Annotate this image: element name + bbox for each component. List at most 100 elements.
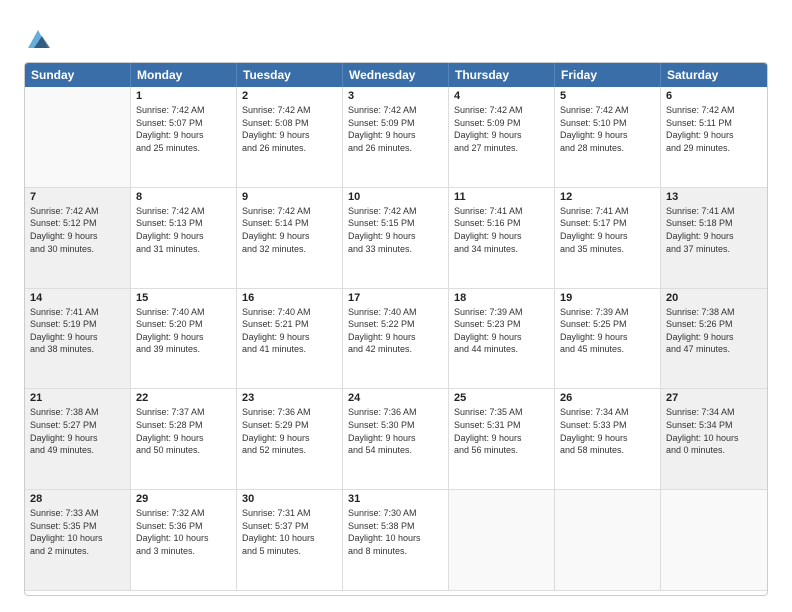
day-number: 4 [454,90,549,102]
day-info: Sunrise: 7:32 AM Sunset: 5:36 PM Dayligh… [136,507,231,557]
day-number: 18 [454,292,549,304]
day-number: 25 [454,392,549,404]
calendar-cell: 9 Sunrise: 7:42 AM Sunset: 5:14 PM Daylig… [237,188,343,289]
day-number: 28 [30,493,125,505]
day-info: Sunrise: 7:42 AM Sunset: 5:14 PM Dayligh… [242,205,337,255]
calendar-cell: 25 Sunrise: 7:35 AM Sunset: 5:31 PM Dayli… [449,389,555,490]
day-info: Sunrise: 7:34 AM Sunset: 5:33 PM Dayligh… [560,406,655,456]
calendar-cell: 15 Sunrise: 7:40 AM Sunset: 5:20 PM Dayli… [131,289,237,390]
calendar-header-cell: Sunday [25,63,131,87]
day-number: 14 [30,292,125,304]
calendar-cell: 31 Sunrise: 7:30 AM Sunset: 5:38 PM Dayli… [343,490,449,591]
calendar-cell: 12Sunrise: 7:41 AM Sunset: 5:17 PM Dayli… [555,188,661,289]
day-number: 11 [454,191,549,203]
page: SundayMondayTuesdayWednesdayThursdayFrid… [0,0,792,612]
day-number: 22 [136,392,231,404]
day-number: 10 [348,191,443,203]
calendar-cell: 27 Sunrise: 7:34 AM Sunset: 5:34 PM Dayli… [661,389,767,490]
day-number: 24 [348,392,443,404]
day-info: Sunrise: 7:40 AM Sunset: 5:21 PM Dayligh… [242,306,337,356]
calendar-cell: 13 Sunrise: 7:41 AM Sunset: 5:18 PM Dayli… [661,188,767,289]
calendar-cell: 10 Sunrise: 7:42 AM Sunset: 5:15 PM Dayli… [343,188,449,289]
day-info: Sunrise: 7:42 AM Sunset: 5:09 PM Dayligh… [454,104,549,154]
calendar-cell: 16 Sunrise: 7:40 AM Sunset: 5:21 PM Dayli… [237,289,343,390]
day-number: 29 [136,493,231,505]
calendar-cell: 22 Sunrise: 7:37 AM Sunset: 5:28 PM Dayli… [131,389,237,490]
day-info: Sunrise: 7:42 AM Sunset: 5:09 PM Dayligh… [348,104,443,154]
calendar-cell: 18 Sunrise: 7:39 AM Sunset: 5:23 PM Dayli… [449,289,555,390]
calendar: SundayMondayTuesdayWednesdayThursdayFrid… [24,62,768,596]
day-info: Sunrise: 7:38 AM Sunset: 5:27 PM Dayligh… [30,406,125,456]
day-number: 12 [560,191,655,203]
calendar-cell: 23 Sunrise: 7:36 AM Sunset: 5:29 PM Dayli… [237,389,343,490]
day-info: Sunrise: 7:41 AM Sunset: 5:18 PM Dayligh… [666,205,762,255]
day-number: 30 [242,493,337,505]
day-number: 27 [666,392,762,404]
day-number: 5 [560,90,655,102]
day-info: Sunrise: 7:42 AM Sunset: 5:08 PM Dayligh… [242,104,337,154]
calendar-cell: 29 Sunrise: 7:32 AM Sunset: 5:36 PM Dayli… [131,490,237,591]
calendar-cell: 26 Sunrise: 7:34 AM Sunset: 5:33 PM Dayli… [555,389,661,490]
calendar-cell: 7Sunrise: 7:42 AM Sunset: 5:12 PM Daylig… [25,188,131,289]
day-number: 15 [136,292,231,304]
header-row [24,20,768,52]
day-info: Sunrise: 7:37 AM Sunset: 5:28 PM Dayligh… [136,406,231,456]
day-number: 9 [242,191,337,203]
day-number: 31 [348,493,443,505]
day-info: Sunrise: 7:42 AM Sunset: 5:07 PM Dayligh… [136,104,231,154]
calendar-cell: 5 Sunrise: 7:42 AM Sunset: 5:10 PM Daylig… [555,87,661,188]
day-number: 16 [242,292,337,304]
calendar-cell: 24 Sunrise: 7:36 AM Sunset: 5:30 PM Dayli… [343,389,449,490]
day-info: Sunrise: 7:39 AM Sunset: 5:25 PM Dayligh… [560,306,655,356]
day-info: Sunrise: 7:42 AM Sunset: 5:13 PM Dayligh… [136,205,231,255]
day-info: Sunrise: 7:40 AM Sunset: 5:20 PM Dayligh… [136,306,231,356]
day-info: Sunrise: 7:30 AM Sunset: 5:38 PM Dayligh… [348,507,443,557]
day-info: Sunrise: 7:38 AM Sunset: 5:26 PM Dayligh… [666,306,762,356]
calendar-cell: 1 Sunrise: 7:42 AM Sunset: 5:07 PM Daylig… [131,87,237,188]
calendar-header-cell: Monday [131,63,237,87]
day-info: Sunrise: 7:39 AM Sunset: 5:23 PM Dayligh… [454,306,549,356]
logo-icon [24,24,52,52]
day-info: Sunrise: 7:42 AM Sunset: 5:11 PM Dayligh… [666,104,762,154]
day-number: 1 [136,90,231,102]
calendar-cell: 28 Sunrise: 7:33 AM Sunset: 5:35 PM Dayli… [25,490,131,591]
calendar-header-cell: Thursday [449,63,555,87]
calendar-cell: 30 Sunrise: 7:31 AM Sunset: 5:37 PM Dayli… [237,490,343,591]
day-info: Sunrise: 7:31 AM Sunset: 5:37 PM Dayligh… [242,507,337,557]
day-number: 19 [560,292,655,304]
day-number: 26 [560,392,655,404]
day-info: Sunrise: 7:41 AM Sunset: 5:16 PM Dayligh… [454,205,549,255]
day-number: 17 [348,292,443,304]
calendar-cell: 3Sunrise: 7:42 AM Sunset: 5:09 PM Daylig… [343,87,449,188]
day-number: 8 [136,191,231,203]
day-number: 21 [30,392,125,404]
calendar-cell [449,490,555,591]
calendar-body: 1 Sunrise: 7:42 AM Sunset: 5:07 PM Daylig… [25,87,767,591]
day-info: Sunrise: 7:42 AM Sunset: 5:10 PM Dayligh… [560,104,655,154]
day-number: 23 [242,392,337,404]
day-info: Sunrise: 7:35 AM Sunset: 5:31 PM Dayligh… [454,406,549,456]
day-number: 13 [666,191,762,203]
day-info: Sunrise: 7:42 AM Sunset: 5:12 PM Dayligh… [30,205,125,255]
calendar-cell: 2 Sunrise: 7:42 AM Sunset: 5:08 PM Daylig… [237,87,343,188]
calendar-cell: 11 Sunrise: 7:41 AM Sunset: 5:16 PM Dayli… [449,188,555,289]
calendar-header-cell: Wednesday [343,63,449,87]
day-number: 6 [666,90,762,102]
calendar-cell [661,490,767,591]
day-number: 2 [242,90,337,102]
calendar-cell: 6 Sunrise: 7:42 AM Sunset: 5:11 PM Daylig… [661,87,767,188]
day-info: Sunrise: 7:34 AM Sunset: 5:34 PM Dayligh… [666,406,762,456]
logo [24,24,56,52]
day-info: Sunrise: 7:33 AM Sunset: 5:35 PM Dayligh… [30,507,125,557]
calendar-cell: 19 Sunrise: 7:39 AM Sunset: 5:25 PM Dayli… [555,289,661,390]
day-info: Sunrise: 7:41 AM Sunset: 5:19 PM Dayligh… [30,306,125,356]
calendar-cell: 21 Sunrise: 7:38 AM Sunset: 5:27 PM Dayli… [25,389,131,490]
day-info: Sunrise: 7:42 AM Sunset: 5:15 PM Dayligh… [348,205,443,255]
calendar-cell: 14 Sunrise: 7:41 AM Sunset: 5:19 PM Dayli… [25,289,131,390]
calendar-cell: 8 Sunrise: 7:42 AM Sunset: 5:13 PM Daylig… [131,188,237,289]
day-info: Sunrise: 7:36 AM Sunset: 5:29 PM Dayligh… [242,406,337,456]
calendar-header-cell: Friday [555,63,661,87]
day-info: Sunrise: 7:36 AM Sunset: 5:30 PM Dayligh… [348,406,443,456]
calendar-cell: 20Sunrise: 7:38 AM Sunset: 5:26 PM Dayli… [661,289,767,390]
calendar-cell: 4 Sunrise: 7:42 AM Sunset: 5:09 PM Daylig… [449,87,555,188]
